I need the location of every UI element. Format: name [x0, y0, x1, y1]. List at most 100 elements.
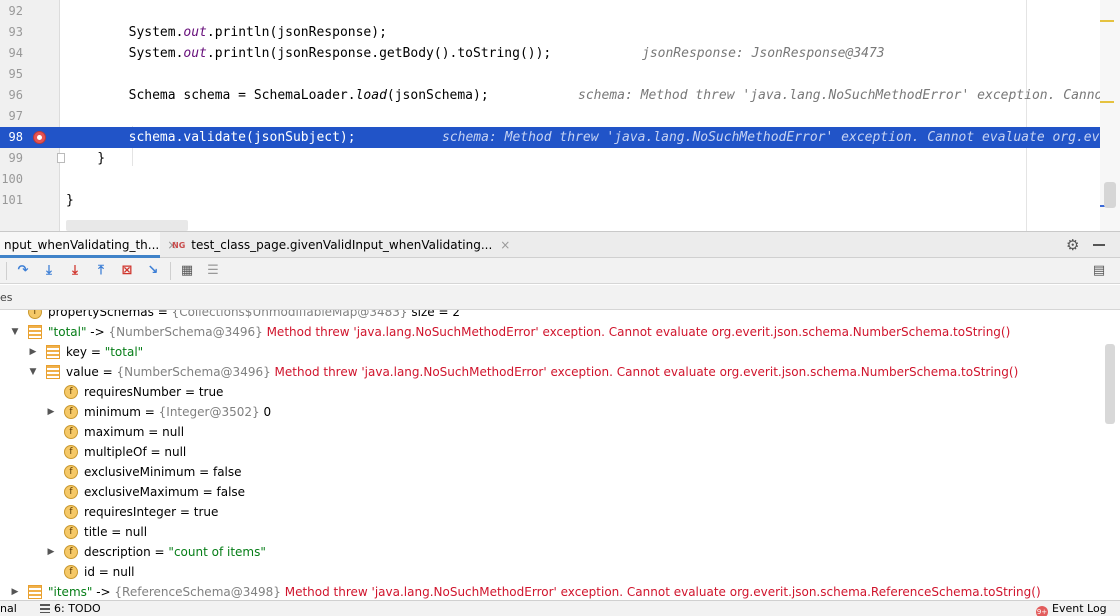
minimize-icon[interactable]: [1093, 244, 1105, 246]
variable-error: Method threw 'java.lang.NoSuchMethodErro…: [280, 585, 1041, 599]
step-into-icon[interactable]: ⤓: [40, 262, 58, 280]
variable-value: false: [212, 465, 242, 479]
static-field: out: [183, 46, 207, 61]
breakpoint-icon[interactable]: [33, 131, 46, 144]
drop-frame-icon[interactable]: ⊠: [118, 262, 136, 280]
trace-icon[interactable]: ☰: [204, 262, 222, 280]
code-line: 92: [0, 1, 1112, 22]
variable-text: requiresInteger = true: [84, 505, 219, 519]
tree-row[interactable]: f propertySchemas = {Collections$Unmodifi…: [0, 310, 1105, 322]
variable-text: value = {NumberSchema@3496} Method threw…: [66, 365, 1019, 379]
step-over-icon[interactable]: ↷: [14, 262, 32, 280]
code-line: 98 schema.validate(jsonSubject); schema: …: [0, 127, 1120, 148]
variable-name: requiresNumber: [84, 385, 182, 399]
tree-row[interactable]: ▼ value = {NumberSchema@3496} Method thre…: [0, 362, 1105, 382]
variable-name: "total": [48, 325, 87, 339]
tree-row[interactable]: f requiresInteger = true: [0, 502, 1105, 522]
variable-value: "count of items": [168, 545, 266, 559]
tree-row[interactable]: ▶ "items" -> {ReferenceSchema@3498} Metho…: [0, 582, 1105, 600]
tab-debug-session-2[interactable]: NG test_class_page.givenValidInput_whenVa…: [168, 232, 514, 258]
variable-name: description: [84, 545, 151, 559]
editor-horizontal-scrollbar[interactable]: [66, 220, 188, 231]
code-line: 94 System.out.println(jsonResponse.getBo…: [0, 43, 1112, 64]
warning-marker[interactable]: [1100, 20, 1114, 22]
variable-value: 0: [259, 405, 272, 419]
field-icon: f: [64, 445, 78, 459]
variables-tree[interactable]: f propertySchemas = {Collections$Unmodifi…: [0, 310, 1105, 600]
tree-row[interactable]: ▶ f minimum = {Integer@3502} 0: [0, 402, 1105, 422]
toolbar-separator: [170, 262, 171, 280]
variable-value: null: [162, 425, 185, 439]
status-bar: nal 6: TODO 9+ Event Log: [0, 600, 1120, 616]
variables-title: es: [0, 291, 13, 304]
tab-debug-session-1[interactable]: nput_whenValidating_th... ×: [0, 232, 177, 258]
expand-arrow-icon[interactable]: ▶: [28, 342, 38, 362]
event-log-button[interactable]: 9+ Event Log: [1036, 601, 1107, 616]
restore-layout-icon[interactable]: ▤: [1090, 262, 1108, 280]
collapse-arrow-icon[interactable]: ▼: [10, 322, 20, 342]
variable-text: id = null: [84, 565, 135, 579]
terminal-tool-button[interactable]: nal: [0, 601, 17, 616]
debugger-toolbar: ↷ ⤓ ⤓ ⤒ ⊠ ↘ ▦ ☰ ▤: [0, 258, 1120, 284]
tree-row[interactable]: ▶ f description = "count of items": [0, 542, 1105, 562]
variables-header: es: [0, 285, 1120, 310]
variable-name: requiresInteger: [84, 505, 177, 519]
evaluate-expression-icon[interactable]: ▦: [178, 262, 196, 280]
expand-arrow-icon[interactable]: ▶: [10, 582, 20, 600]
todo-tool-button[interactable]: 6: TODO: [40, 601, 101, 616]
tab-label: test_class_page.givenValidInput_whenVali…: [191, 238, 493, 252]
tree-row[interactable]: f maximum = null: [0, 422, 1105, 442]
variable-value: null: [125, 525, 148, 539]
tree-row[interactable]: f title = null: [0, 522, 1105, 542]
tree-row[interactable]: f exclusiveMinimum = false: [0, 462, 1105, 482]
collapse-arrow-icon[interactable]: ▼: [28, 362, 38, 382]
close-icon[interactable]: ×: [500, 238, 510, 252]
variable-name: maximum: [84, 425, 145, 439]
map-entry-icon: [46, 345, 60, 359]
inline-debug-value: jsonResponse: JsonResponse@3473: [642, 46, 885, 61]
inline-debug-value: schema: Method threw 'java.lang.NoSuchMe…: [578, 88, 1111, 103]
code-editor[interactable]: 92 93 System.out.println(jsonResponse); 94…: [0, 0, 1120, 231]
variable-name: value: [66, 365, 99, 379]
gear-icon[interactable]: ⚙: [1066, 236, 1079, 254]
variable-name: title: [84, 525, 108, 539]
variable-text: key = "total": [66, 345, 144, 359]
field-icon: f: [64, 485, 78, 499]
editor-vertical-scrollbar[interactable]: [1104, 182, 1116, 208]
map-entry-icon: [46, 365, 60, 379]
warning-marker[interactable]: [1100, 101, 1114, 103]
code-line: 97: [0, 106, 1112, 127]
variable-value: null: [164, 445, 187, 459]
expand-arrow-icon[interactable]: ▶: [46, 542, 56, 562]
variables-scrollbar[interactable]: [1105, 344, 1115, 424]
variable-name: multipleOf: [84, 445, 147, 459]
fold-icon[interactable]: [57, 153, 65, 163]
field-icon: f: [64, 545, 78, 559]
step-out-icon[interactable]: ⤒: [92, 262, 110, 280]
expand-arrow-icon[interactable]: ▶: [46, 402, 56, 422]
tree-row[interactable]: ▼ "total" -> {NumberSchema@3496} Method t…: [0, 322, 1105, 342]
variable-name: minimum: [84, 405, 141, 419]
code-line: 96 Schema schema = SchemaLoader.load(jso…: [0, 85, 1112, 106]
field-icon: f: [28, 310, 42, 319]
tree-row[interactable]: f id = null: [0, 562, 1105, 582]
run-to-cursor-icon[interactable]: ↘: [144, 262, 162, 280]
line-number: 94: [8, 46, 23, 60]
tree-row[interactable]: f exclusiveMaximum = false: [0, 482, 1105, 502]
variable-text: requiresNumber = true: [84, 385, 224, 399]
field-icon: f: [64, 385, 78, 399]
variable-value: false: [216, 485, 246, 499]
variable-text: propertySchemas = {Collections$Unmodifia…: [48, 310, 460, 322]
code-line: 95: [0, 64, 1112, 85]
tree-row[interactable]: f multipleOf = null: [0, 442, 1105, 462]
variable-size: size = 2: [407, 310, 460, 319]
tree-row[interactable]: f requiresNumber = true: [0, 382, 1105, 402]
variable-value: "total": [104, 345, 144, 359]
line-number: 101: [1, 193, 23, 207]
field-icon: f: [64, 425, 78, 439]
variable-name: exclusiveMaximum: [84, 485, 199, 499]
force-step-into-icon[interactable]: ⤓: [66, 262, 84, 280]
variable-text: multipleOf = null: [84, 445, 187, 459]
tree-row[interactable]: ▶ key = "total": [0, 342, 1105, 362]
line-number: 97: [8, 109, 23, 123]
